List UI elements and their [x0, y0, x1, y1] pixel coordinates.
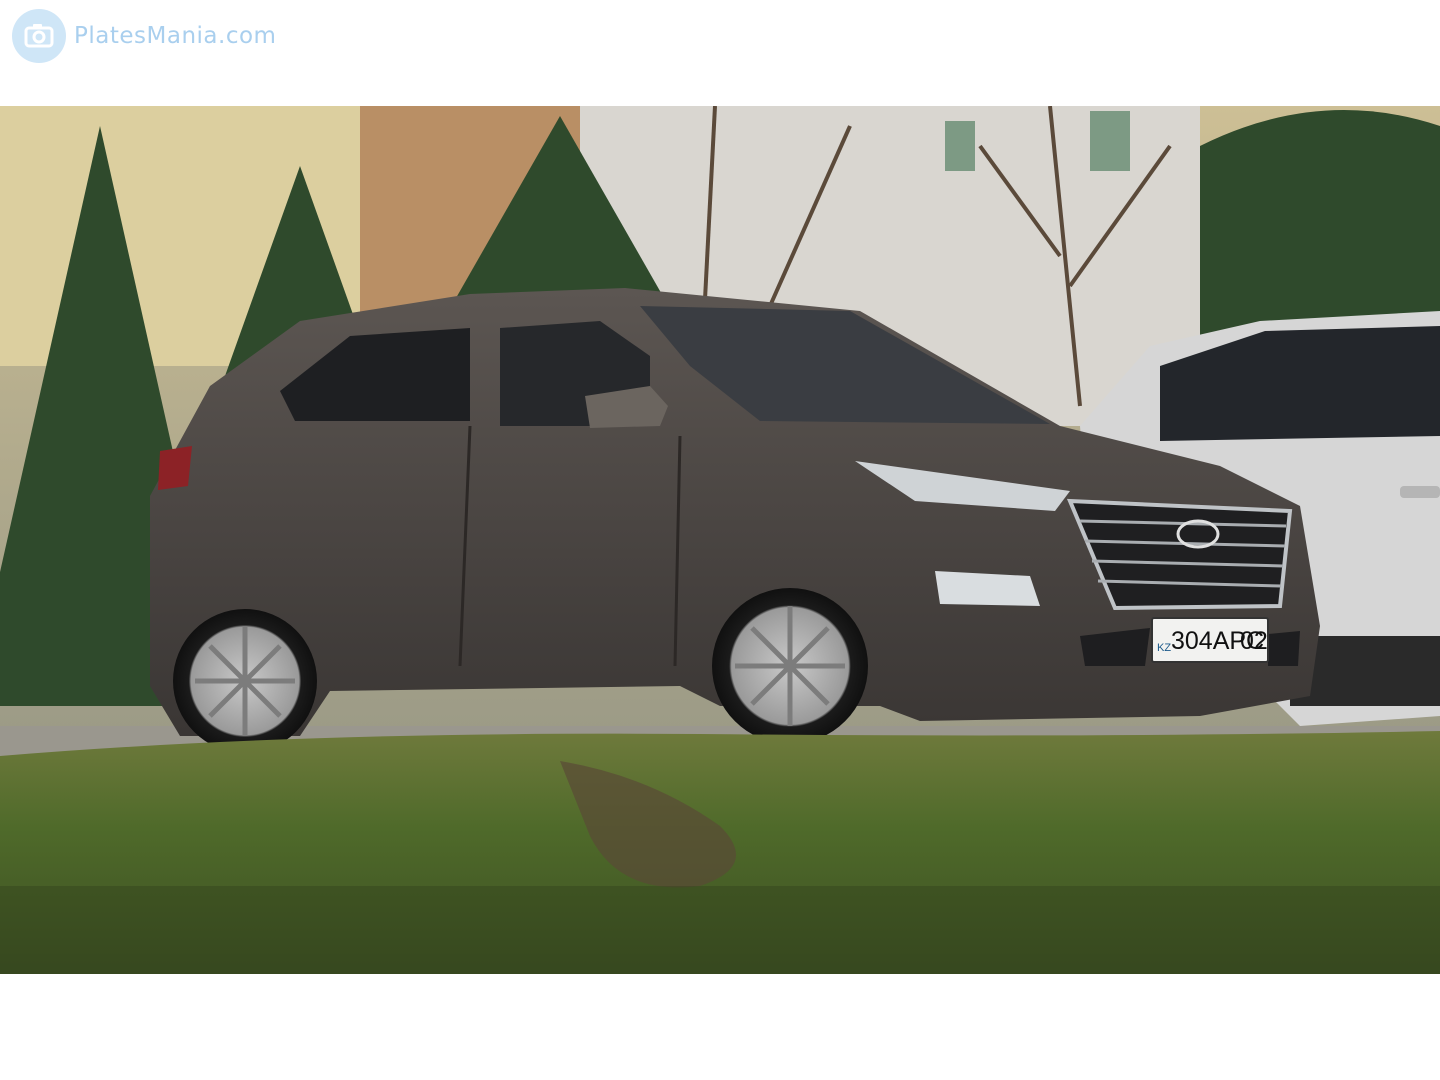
license-plate: KZ 304APC 02 — [1151, 617, 1269, 663]
site-watermark: PlatesMania.com — [12, 8, 276, 64]
plate-region: 02 — [1240, 627, 1268, 655]
camera-icon — [12, 9, 66, 63]
building-window — [1090, 111, 1130, 171]
building-window — [945, 121, 975, 171]
photo: KZ 304APC 02 — [0, 106, 1440, 974]
site-name: PlatesMania.com — [74, 23, 277, 49]
plate-country: KZ — [1157, 642, 1171, 654]
